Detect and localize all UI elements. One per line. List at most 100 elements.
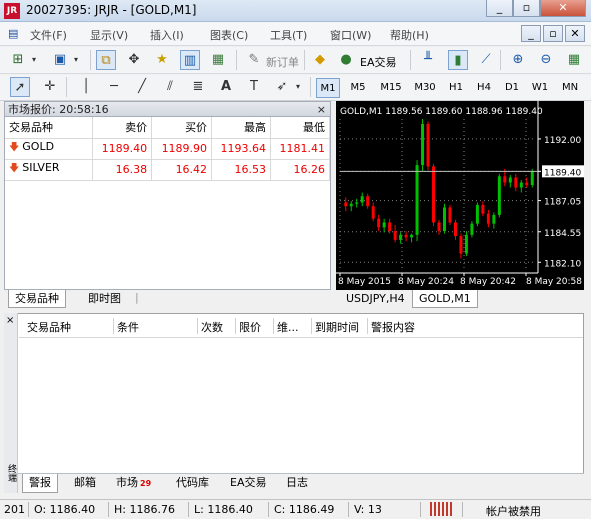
timeframe-mn[interactable]: MN [556,78,584,98]
chevron-down-icon[interactable]: ▾ [70,50,82,70]
menu-tools[interactable]: 工具(T) [270,27,307,43]
column-header[interactable]: 买价 [151,117,213,139]
navigator-icon[interactable]: ★ [152,50,172,70]
column-header[interactable]: 条件 [117,319,139,335]
column-header[interactable]: 交易品种 [27,319,71,335]
terminal-tab[interactable]: 日志 [280,474,314,493]
ask-cell: 1189.90 [151,138,213,160]
column-header[interactable]: 最高 [211,117,271,139]
toolbar-separator [90,50,91,70]
candle-body [388,222,392,232]
close-icon[interactable]: × [317,102,326,118]
column-header[interactable]: 次数 [201,319,223,335]
tab-usdjpy-h4[interactable]: USDJPY,H4 [340,290,411,308]
menu-insert[interactable]: 插入(I) [150,27,184,43]
tab-gold-m1[interactable]: GOLD,M1 [412,290,478,308]
child-close-button[interactable]: ✕ [565,25,585,42]
market-watch-icon[interactable]: ⧉ [96,50,116,70]
timeframe-m15[interactable]: M15 [376,78,406,98]
line-chart-icon[interactable]: ⟋ [476,50,496,70]
candle-body [437,222,441,232]
terminal-icon[interactable]: ▥ [180,50,200,70]
minimize-button[interactable]: _ [486,0,513,17]
close-button[interactable]: ✕ [540,0,586,17]
child-restore-button[interactable]: ▫ [543,25,563,42]
fibonacci-icon[interactable]: ≣ [188,77,208,97]
candle-body [349,203,353,207]
menu-help[interactable]: 帮助(H) [390,27,429,43]
terminal-tab[interactable]: 市场 29 [110,474,157,493]
text-label-icon[interactable]: T [244,77,264,97]
menu-charts[interactable]: 图表(C) [210,27,248,43]
table-row[interactable]: 🡇 SILVER 16.38 16.42 16.53 16.26 [5,159,330,181]
text-icon[interactable]: A [216,77,236,97]
column-header[interactable]: 维... [277,319,299,335]
candlestick-chart[interactable]: 1192.00 1189.40 1187.05 1184.55 1182.10 8 May… [336,101,584,290]
vertical-line-icon[interactable]: │ [76,77,96,97]
horizontal-line-icon[interactable]: ─ [104,77,124,97]
toolbar-separator [66,77,67,97]
price-chart[interactable]: 1192.00 1189.40 1187.05 1184.55 1182.10 8 May… [336,101,584,290]
bar-chart-icon[interactable]: ╨ [418,50,438,70]
new-chart-icon[interactable]: ⊞ [8,50,28,70]
timeframe-w1[interactable]: W1 [528,78,552,98]
market-watch-title: 市场报价: 20:58:16 [8,103,109,116]
account-status: 帐户被禁用 [486,505,541,518]
auto-trading-icon[interactable]: ● [336,50,356,70]
timeframe-m30[interactable]: M30 [410,78,440,98]
close-icon[interactable]: × [6,315,14,326]
column-header[interactable]: 最低 [270,117,330,139]
tile-windows-icon[interactable]: ▦ [564,50,584,70]
candle-body [382,222,386,228]
cursor-icon[interactable]: ➚ [10,77,30,97]
maximize-button[interactable]: ▫ [513,0,540,17]
timeframe-m1[interactable]: M1 [316,78,340,98]
terminal-tab[interactable]: 代码库 [170,474,215,493]
chevron-down-icon[interactable]: ▾ [28,50,40,70]
timeframe-m5[interactable]: M5 [344,78,372,98]
child-minimize-button[interactable]: _ [521,25,541,42]
timeframe-h4[interactable]: H4 [472,78,496,98]
terminal-tab[interactable]: 邮箱 [68,474,102,493]
menu-view[interactable]: 显示(V) [90,27,128,43]
timeframe-d1[interactable]: D1 [500,78,524,98]
ea-trading-button[interactable]: EA交易 [360,54,396,70]
strategy-tester-icon[interactable]: ▦ [208,50,228,70]
new-order-icon[interactable]: ✎ [244,50,264,70]
ask-cell: 16.42 [151,159,213,181]
terminal-tab[interactable]: 警报 [22,474,58,493]
candle-body [492,214,496,224]
column-header[interactable]: 警报内容 [371,319,415,335]
trendline-icon[interactable]: ╱ [132,77,152,97]
new-order-button[interactable]: 新订单 [266,54,299,70]
data-window-icon[interactable]: ✥ [124,50,144,70]
price-tick-label: 1187.05 [544,198,581,208]
timeframe-h1[interactable]: H1 [444,78,468,98]
table-row[interactable]: 🡇 GOLD 1189.40 1189.90 1193.64 1181.41 [5,138,330,160]
equidistant-channel-icon[interactable]: ⫽ [160,77,180,97]
price-tick-label: 1184.55 [544,229,581,239]
arrows-icon[interactable]: ➶ [272,77,292,97]
column-header[interactable]: 卖价 [92,117,153,139]
column-header[interactable]: 到期时间 [315,319,359,335]
crosshair-icon[interactable]: ✛ [40,77,60,97]
menu-window[interactable]: 窗口(W) [330,27,371,43]
column-header[interactable]: 交易品种 [5,117,94,139]
tab-symbols[interactable]: 交易品种 [8,290,66,308]
terminal-columns: 交易品种 条件 次数 限价 维... 到期时间 警报内容 [19,314,583,338]
time-tick-label: 8 May 20:58 [526,277,582,287]
candle-body [486,213,490,224]
tab-tick-chart[interactable]: 即时图 [82,290,127,308]
candle-body [415,165,419,235]
zoom-out-icon[interactable]: ⊖ [536,50,556,70]
profiles-icon[interactable]: ▣ [50,50,70,70]
zoom-in-icon[interactable]: ⊕ [508,50,528,70]
metaeditor-icon[interactable]: ◆ [310,50,330,70]
terminal-tab[interactable]: EA交易 [224,474,272,493]
candle-body [497,176,501,215]
connection-status-icon[interactable] [430,502,454,516]
chevron-down-icon[interactable]: ▾ [292,77,304,97]
candlestick-icon[interactable]: ▮ [448,50,468,70]
menu-file[interactable]: 文件(F) [30,27,67,43]
column-header[interactable]: 限价 [239,319,261,335]
